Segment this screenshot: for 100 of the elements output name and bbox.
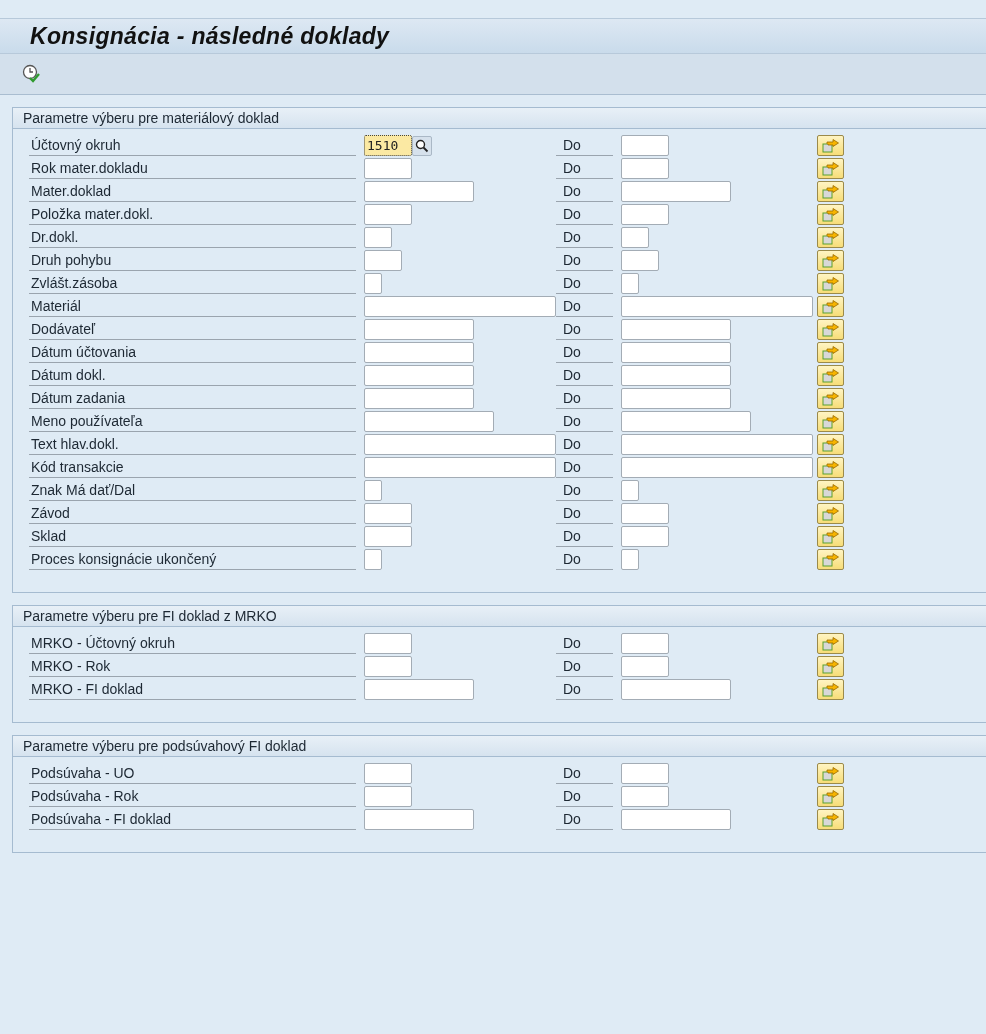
to-input-field[interactable] bbox=[621, 526, 669, 547]
from-input-field[interactable] bbox=[364, 656, 412, 677]
from-input-field[interactable] bbox=[364, 296, 556, 317]
to-input-field[interactable] bbox=[621, 319, 731, 340]
arrow-icon bbox=[821, 184, 840, 199]
to-label: Do bbox=[556, 786, 613, 807]
multiple-selection-button[interactable] bbox=[817, 273, 844, 294]
to-input-field[interactable] bbox=[621, 388, 731, 409]
multiple-selection-button[interactable] bbox=[817, 181, 844, 202]
to-input-field[interactable] bbox=[621, 250, 659, 271]
multiple-selection-button[interactable] bbox=[817, 480, 844, 501]
from-input-field[interactable] bbox=[364, 457, 556, 478]
multiple-selection-button[interactable] bbox=[817, 204, 844, 225]
to-input-field[interactable] bbox=[621, 296, 813, 317]
from-input-field[interactable] bbox=[364, 204, 412, 225]
from-input-field[interactable] bbox=[364, 250, 402, 271]
from-input-field[interactable] bbox=[364, 503, 412, 524]
from-input-field[interactable] bbox=[364, 809, 474, 830]
from-input-field[interactable] bbox=[364, 342, 474, 363]
from-input-field[interactable] bbox=[364, 411, 494, 432]
to-input-field[interactable] bbox=[621, 273, 639, 294]
to-input-field[interactable] bbox=[621, 181, 731, 202]
field-label: Závod bbox=[29, 503, 356, 524]
from-input-field[interactable] bbox=[364, 319, 474, 340]
arrow-icon bbox=[821, 552, 840, 567]
to-label: Do bbox=[556, 526, 613, 547]
field-label: Podsúvaha - UO bbox=[29, 763, 356, 784]
multiple-selection-button[interactable] bbox=[817, 809, 844, 830]
from-input-field[interactable] bbox=[364, 365, 474, 386]
multiple-selection-button[interactable] bbox=[817, 411, 844, 432]
multiple-selection-button[interactable] bbox=[817, 158, 844, 179]
to-input-field[interactable] bbox=[621, 786, 669, 807]
multiple-selection-button[interactable] bbox=[817, 549, 844, 570]
to-label: Do bbox=[556, 250, 613, 271]
to-input-field[interactable] bbox=[621, 763, 669, 784]
field-label: Sklad bbox=[29, 526, 356, 547]
from-input-field[interactable] bbox=[364, 526, 412, 547]
to-input-field[interactable] bbox=[621, 158, 669, 179]
multiple-selection-button[interactable] bbox=[817, 679, 844, 700]
from-input-field[interactable] bbox=[364, 434, 556, 455]
multiple-selection-button[interactable] bbox=[817, 135, 844, 156]
multiple-selection-button[interactable] bbox=[817, 227, 844, 248]
multiple-selection-button[interactable] bbox=[817, 250, 844, 271]
to-input-field[interactable] bbox=[621, 365, 731, 386]
arrow-icon bbox=[821, 207, 840, 222]
field-label: Mater.doklad bbox=[29, 181, 356, 202]
to-input-field[interactable] bbox=[621, 549, 639, 570]
from-input-field[interactable] bbox=[364, 227, 392, 248]
to-input-field[interactable] bbox=[621, 480, 639, 501]
multiple-selection-button[interactable] bbox=[817, 457, 844, 478]
from-input-field[interactable] bbox=[364, 549, 382, 570]
multiple-selection-button[interactable] bbox=[817, 434, 844, 455]
to-input-field[interactable] bbox=[621, 411, 751, 432]
from-input-field[interactable] bbox=[364, 158, 412, 179]
to-label: Do bbox=[556, 296, 613, 317]
to-label: Do bbox=[556, 457, 613, 478]
to-input-field[interactable] bbox=[621, 679, 731, 700]
multiple-selection-button[interactable] bbox=[817, 763, 844, 784]
to-input-field[interactable] bbox=[621, 227, 649, 248]
field-label: Meno používateľa bbox=[29, 411, 356, 432]
multiple-selection-button[interactable] bbox=[817, 296, 844, 317]
from-input-field[interactable] bbox=[364, 480, 382, 501]
multiple-selection-button[interactable] bbox=[817, 656, 844, 677]
to-input-field[interactable] bbox=[621, 633, 669, 654]
value-help-button[interactable] bbox=[412, 135, 432, 156]
to-input-field[interactable] bbox=[621, 809, 731, 830]
to-input-field[interactable] bbox=[621, 656, 669, 677]
to-input-field[interactable] bbox=[621, 135, 669, 156]
from-input-field[interactable] bbox=[364, 786, 412, 807]
from-input-field[interactable] bbox=[364, 763, 412, 784]
field-label: Zvlášt.zásoba bbox=[29, 273, 356, 294]
execute-button[interactable] bbox=[22, 64, 42, 84]
to-input-field[interactable] bbox=[621, 457, 813, 478]
multiple-selection-button[interactable] bbox=[817, 503, 844, 524]
field-label: Dátum dokl. bbox=[29, 365, 356, 386]
to-input-field[interactable] bbox=[621, 503, 669, 524]
group-title: Parametre výberu pre podsúvahový FI doklad bbox=[13, 736, 986, 757]
arrow-icon bbox=[821, 391, 840, 406]
from-input-field[interactable] bbox=[364, 181, 474, 202]
multiple-selection-button[interactable] bbox=[817, 365, 844, 386]
from-input-field[interactable] bbox=[364, 633, 412, 654]
multiple-selection-button[interactable] bbox=[817, 786, 844, 807]
to-input-field[interactable] bbox=[621, 434, 813, 455]
from-input-field[interactable] bbox=[364, 679, 474, 700]
multiple-selection-button[interactable] bbox=[817, 526, 844, 547]
to-input-field[interactable] bbox=[621, 204, 669, 225]
arrow-icon bbox=[821, 299, 840, 314]
multiple-selection-button[interactable] bbox=[817, 388, 844, 409]
field-label: Kód transakcie bbox=[29, 457, 356, 478]
from-input-field[interactable] bbox=[364, 388, 474, 409]
arrow-icon bbox=[821, 460, 840, 475]
to-input-field[interactable] bbox=[621, 342, 731, 363]
multiple-selection-button[interactable] bbox=[817, 342, 844, 363]
multiple-selection-button[interactable] bbox=[817, 633, 844, 654]
from-input-field[interactable] bbox=[364, 273, 382, 294]
field-label: MRKO - FI doklad bbox=[29, 679, 356, 700]
field-label: Podsúvaha - Rok bbox=[29, 786, 356, 807]
arrow-icon bbox=[821, 161, 840, 176]
from-input-field[interactable]: 1510 bbox=[364, 135, 412, 156]
multiple-selection-button[interactable] bbox=[817, 319, 844, 340]
